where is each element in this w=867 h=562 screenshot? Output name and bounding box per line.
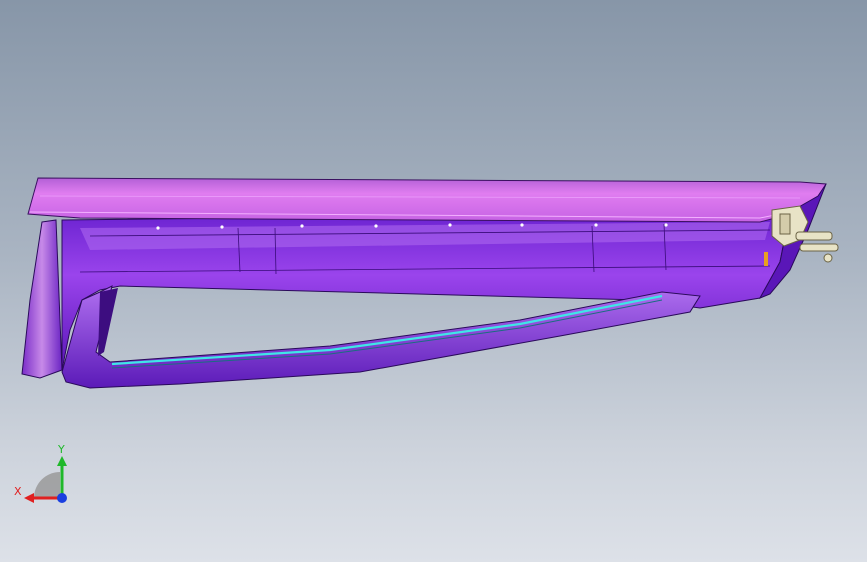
lower-arm (61, 285, 701, 389)
triad-plane-icon (34, 472, 60, 498)
orange-marker (764, 252, 768, 266)
x-axis-label: X (14, 485, 22, 498)
axis-triad: Y X (10, 438, 80, 508)
z-axis-icon (57, 493, 67, 503)
y-axis-label: Y (58, 443, 65, 456)
door-trim-model[interactable] (0, 0, 867, 562)
3d-viewport[interactable]: Y X (0, 0, 867, 562)
opening-edge (98, 288, 118, 356)
left-pillar (21, 219, 63, 379)
